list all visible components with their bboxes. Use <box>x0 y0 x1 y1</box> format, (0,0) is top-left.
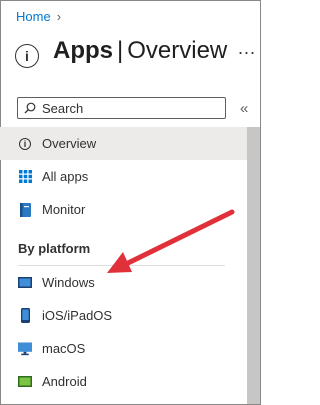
sidebar-item-label: Monitor <box>42 202 86 217</box>
search-placeholder: Search <box>42 100 84 116</box>
search-icon <box>24 102 36 114</box>
sidebar-item-label: macOS <box>42 341 86 356</box>
monitor-book-icon <box>18 202 32 217</box>
sidebar-item-monitor[interactable]: Monitor <box>0 193 247 226</box>
chevron-right-icon: › <box>56 9 62 24</box>
sidebar-item-label: Overview <box>42 136 97 151</box>
grid-icon <box>18 170 32 184</box>
title-separator: | <box>117 37 124 64</box>
scrollbar[interactable] <box>247 127 260 404</box>
sidebar-item-android[interactable]: Android <box>0 365 247 398</box>
sidebar-item-overview[interactable]: i Overview <box>0 127 247 160</box>
android-device-icon <box>18 375 32 389</box>
sidebar-item-windows[interactable]: Windows <box>0 266 247 299</box>
sidebar-item-label: Android <box>42 374 87 389</box>
sidebar-item-label: Windows <box>42 275 95 290</box>
sidebar-item-macos[interactable]: macOS <box>0 332 247 365</box>
page-header: i Apps | Overview <box>15 34 227 68</box>
sidebar-item-label: iOS/iPadOS <box>42 308 113 323</box>
sidebar-nav: i Overview All apps Monitor <box>0 127 247 226</box>
breadcrumb: Home › <box>16 9 61 24</box>
page-title: Apps | Overview <box>53 37 227 65</box>
section-heading-by-platform: By platform <box>18 241 91 256</box>
info-icon: i <box>15 44 39 68</box>
windows-device-icon <box>18 276 32 290</box>
page-subtitle: Overview <box>127 37 228 64</box>
desktop-icon <box>18 341 32 356</box>
info-icon: i <box>18 137 32 151</box>
page-title-main: Apps <box>53 37 113 64</box>
breadcrumb-home-link[interactable]: Home <box>16 9 51 24</box>
platform-nav: Windows iOS/iPadOS macOS Android <box>0 266 247 398</box>
sidebar-item-label: All apps <box>42 169 89 184</box>
sidebar-item-ios-ipados[interactable]: iOS/iPadOS <box>0 299 247 332</box>
collapse-sidebar-button[interactable]: « <box>240 100 248 117</box>
search-input[interactable]: Search <box>17 97 226 119</box>
more-options-button[interactable]: ... <box>238 38 256 59</box>
phone-icon <box>18 308 32 323</box>
sidebar-item-all-apps[interactable]: All apps <box>0 160 247 193</box>
